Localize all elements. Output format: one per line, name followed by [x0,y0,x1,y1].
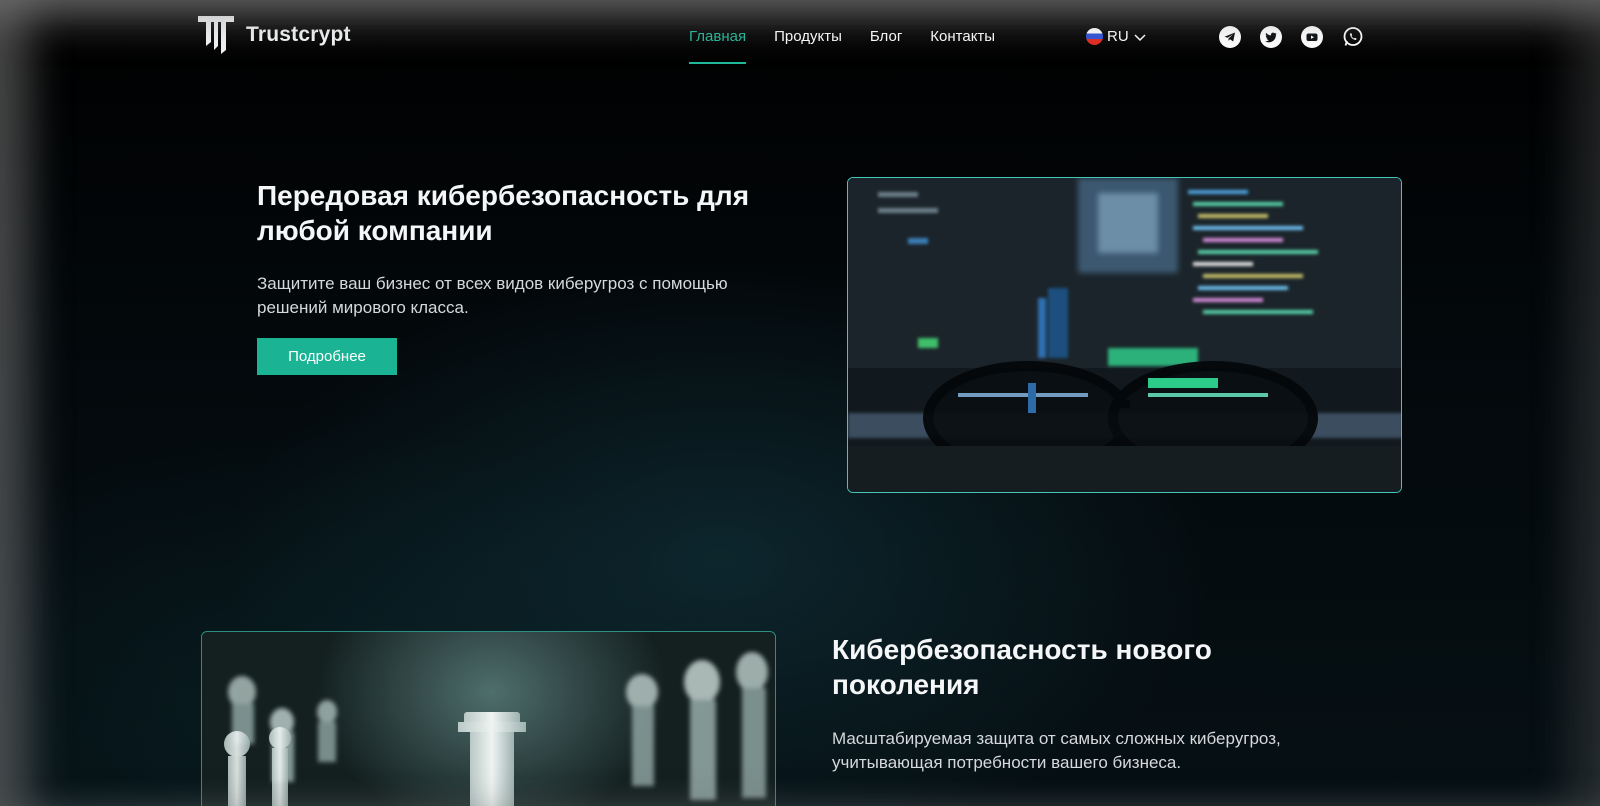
language-code: RU [1107,28,1129,45]
telegram-icon[interactable] [1219,26,1241,48]
code-screen-illustration [848,178,1401,492]
nav-item-products[interactable]: Продукты [774,28,842,45]
whatsapp-icon[interactable] [1342,26,1364,48]
nav-item-contacts[interactable]: Контакты [930,28,995,45]
hero-description: Защитите ваш бизнес от всех видов киберу… [257,274,728,317]
section2-description: Масштабируемая защита от самых сложных к… [832,729,1281,772]
chevron-down-icon [1134,33,1146,41]
nav-item-home[interactable]: Главная [689,28,747,64]
language-selector[interactable]: RU [1086,28,1147,45]
brand-name: Trustcrypt [246,23,351,46]
twitter-icon[interactable] [1260,26,1282,48]
social-links [1219,26,1364,48]
chess-illustration [224,652,768,806]
hero-title: Передовая кибербезопасность для любой ко… [257,180,750,246]
section2-title: Кибербезопасность нового поколения [832,634,1212,700]
page: Trustcrypt Главная Продукты Блог Контакт… [0,0,1600,806]
russia-flag-icon [1086,28,1103,45]
main-nav: Главная Продукты Блог Контакты [689,28,995,64]
site-header: Trustcrypt Главная Продукты Блог Контакт… [0,0,1600,72]
code-screen-glasses-photo [847,177,1402,493]
nav-item-blog[interactable]: Блог [870,28,902,45]
trustcrypt-logo-icon [198,16,234,54]
youtube-icon[interactable] [1301,26,1323,48]
learn-more-button[interactable]: Подробнее [257,338,397,375]
chess-pieces-photo [201,631,776,806]
logo[interactable]: Trustcrypt [198,16,351,54]
